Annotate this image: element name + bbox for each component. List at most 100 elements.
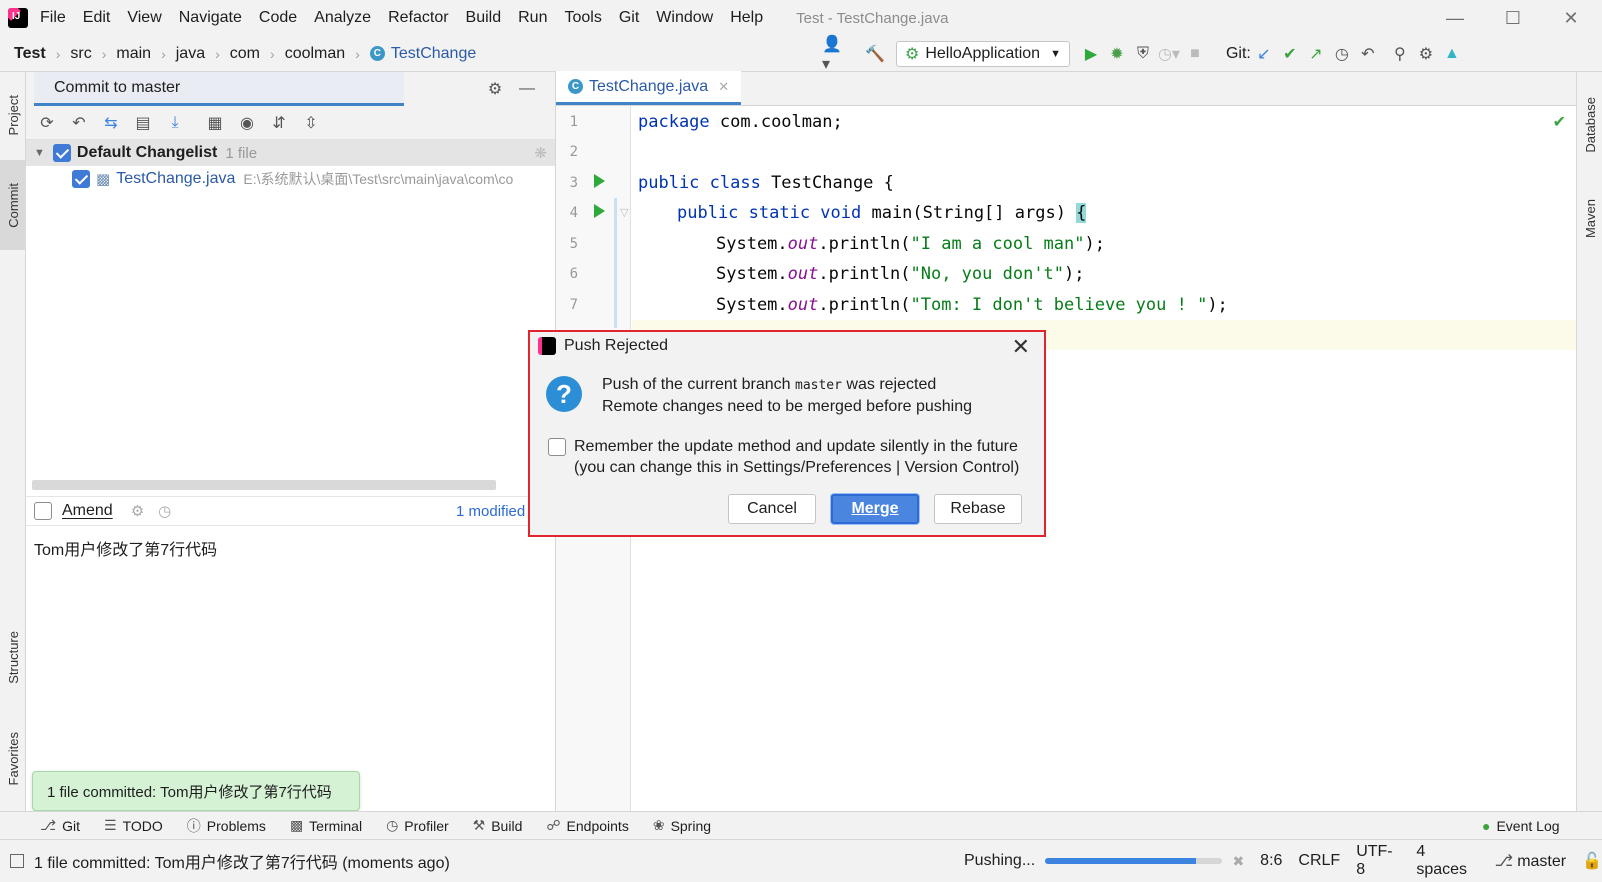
run-configuration-select[interactable]: ⚙ HelloApplication ▼ (896, 41, 1070, 67)
rebase-button[interactable]: Rebase (934, 494, 1022, 524)
menu-window[interactable]: Window (656, 9, 713, 27)
tab-maven[interactable]: Maven (1577, 184, 1602, 254)
breadcrumb-java[interactable]: java › (176, 45, 230, 63)
breadcrumb-com[interactable]: com › (230, 45, 285, 63)
history-icon[interactable]: ◷ (1329, 41, 1355, 67)
modified-count-link[interactable]: 1 modified (456, 503, 525, 520)
dialog-close-icon[interactable]: ✕ (1012, 334, 1030, 360)
menu-help[interactable]: Help (730, 9, 763, 27)
line-separator[interactable]: CRLF (1298, 852, 1340, 870)
group-by-icon[interactable]: ▦ (202, 110, 228, 136)
status-message[interactable]: 1 file committed: Tom用户修改了第7行代码 (moments… (34, 849, 450, 873)
caret-position[interactable]: 8:6 (1260, 852, 1282, 870)
shelve-icon[interactable]: ⤓ (162, 110, 188, 136)
commit-options-gear-icon[interactable]: ⚙ (131, 502, 144, 520)
menu-edit[interactable]: Edit (83, 9, 111, 27)
horizontal-scrollbar[interactable] (32, 480, 496, 490)
rollback-icon[interactable]: ↶ (1355, 41, 1381, 67)
git-branch-widget[interactable]: ⎇ master (1495, 851, 1566, 871)
menu-code[interactable]: Code (259, 9, 297, 27)
lock-icon[interactable]: 🔓 (1582, 851, 1602, 871)
menu-refactor[interactable]: Refactor (388, 9, 448, 27)
commit-tab[interactable]: Commit to master (34, 72, 404, 106)
tab-project[interactable]: Project (0, 78, 26, 152)
minimize-icon[interactable]: — (1426, 0, 1484, 36)
menu-run[interactable]: Run (518, 9, 547, 27)
menu-git[interactable]: Git (619, 9, 639, 27)
coverage-icon[interactable]: ⛨ (1130, 41, 1156, 67)
code-line-4[interactable]: public static void main(String[] args) { (677, 203, 1087, 223)
tool-tab-build[interactable]: ⚒ Build (473, 817, 523, 834)
tab-favorites[interactable]: Favorites (0, 714, 26, 804)
changelist-checkbox[interactable] (52, 144, 71, 162)
merge-button[interactable]: Merge (831, 494, 919, 524)
breadcrumb-coolman[interactable]: coolman › (285, 45, 370, 63)
code-line-1[interactable]: package com.coolman; (638, 112, 843, 132)
plugin-logo-icon[interactable]: ▲ (1439, 41, 1465, 67)
code-line-3[interactable]: public class TestChange { (638, 173, 894, 193)
default-changelist-row[interactable]: ▼ Default Changelist 1 file ❋ (26, 140, 555, 166)
tool-tab-profiler[interactable]: ◷ Profiler (386, 817, 449, 834)
code-line-5[interactable]: System.out.println("I am a cool man"); (716, 234, 1105, 254)
tool-tab-problems[interactable]: ⓘ Problems (187, 816, 266, 836)
menu-analyze[interactable]: Analyze (314, 9, 371, 27)
remember-label[interactable]: Remember the update method and update si… (574, 436, 1019, 457)
tool-tab-git[interactable]: ⎇ Git (40, 817, 80, 834)
commit-message-input[interactable]: Tom用户修改了第7行代码 (34, 536, 217, 560)
git-update-icon[interactable]: ↙ (1251, 41, 1277, 67)
settings-gear-icon[interactable]: ⚙ (1413, 41, 1439, 67)
git-commit-icon[interactable]: ✔ (1277, 41, 1303, 67)
chevron-down-icon[interactable]: ▼ (34, 147, 45, 159)
tab-structure[interactable]: Structure (0, 612, 26, 702)
tab-commit[interactable]: Commit (0, 160, 26, 250)
tool-tab-todo[interactable]: ☰ TODO (104, 817, 163, 834)
stop-icon[interactable]: ■ (1182, 41, 1208, 67)
status-toggle-icon[interactable] (10, 853, 24, 868)
maximize-icon[interactable]: ☐ (1484, 0, 1542, 36)
debug-icon[interactable]: ✹ (1104, 41, 1130, 67)
profile-icon[interactable]: ◷▾ (1156, 41, 1182, 67)
changelist-icon[interactable]: ▤ (130, 110, 156, 136)
rollback-changes-icon[interactable]: ↶ (66, 110, 92, 136)
breadcrumb-main[interactable]: main › (116, 45, 175, 63)
background-task-label[interactable]: Pushing... (964, 852, 1035, 870)
expand-all-icon[interactable]: ⇵ (266, 110, 292, 136)
close-icon[interactable]: ✕ (1542, 0, 1600, 36)
commit-notification[interactable]: 1 file committed: Tom用户修改了第7行代码 (32, 771, 360, 811)
run-main-gutter-icon[interactable] (594, 204, 605, 218)
run-icon[interactable]: ▶ (1078, 41, 1104, 67)
commit-history-icon[interactable]: ◷ (158, 502, 171, 520)
code-line-6[interactable]: System.out.println("No, you don't"); (716, 264, 1085, 284)
menu-navigate[interactable]: Navigate (179, 9, 242, 27)
breadcrumb-testchange[interactable]: C TestChange (369, 45, 476, 63)
tab-close-icon[interactable]: ✕ (718, 79, 729, 95)
menu-build[interactable]: Build (466, 9, 502, 27)
panel-settings-icon[interactable]: ⚙ (482, 76, 508, 102)
changed-file-row[interactable]: ▩ TestChange.java E:\系统默认\桌面\Test\src\ma… (26, 166, 555, 192)
breadcrumb-project[interactable]: Test › (14, 45, 70, 63)
git-push-icon[interactable]: ↗ (1303, 41, 1329, 67)
diff-icon[interactable]: ⇆ (98, 110, 124, 136)
menu-view[interactable]: View (127, 9, 161, 27)
cancel-task-icon[interactable]: ✖ (1232, 853, 1244, 870)
amend-label[interactable]: Amend (62, 502, 113, 520)
tool-tab-event-log[interactable]: ● Event Log (1482, 818, 1560, 834)
fold-icon[interactable]: ▽ (620, 206, 628, 219)
file-checkbox[interactable] (72, 170, 90, 188)
tool-tab-spring[interactable]: ❀ Spring (653, 817, 711, 834)
search-icon[interactable]: ⚲ (1387, 41, 1413, 67)
view-options-icon[interactable]: ◉ (234, 110, 260, 136)
collapse-all-icon[interactable]: ⇳ (298, 110, 324, 136)
remember-checkbox[interactable] (548, 438, 566, 456)
file-encoding[interactable]: UTF-8 (1356, 843, 1400, 879)
tool-tab-endpoints[interactable]: ☍ Endpoints (546, 817, 628, 834)
amend-checkbox[interactable] (34, 502, 52, 520)
hammer-build-icon[interactable]: 🔨 (862, 41, 888, 67)
panel-hide-icon[interactable]: — (514, 76, 540, 102)
breadcrumb-src[interactable]: src › (70, 45, 116, 63)
vcs-change-marker[interactable] (614, 198, 617, 328)
tab-database[interactable]: Database (1577, 80, 1602, 170)
run-class-gutter-icon[interactable] (594, 174, 605, 188)
refresh-icon[interactable]: ⟳ (34, 110, 60, 136)
menu-tools[interactable]: Tools (564, 9, 601, 27)
